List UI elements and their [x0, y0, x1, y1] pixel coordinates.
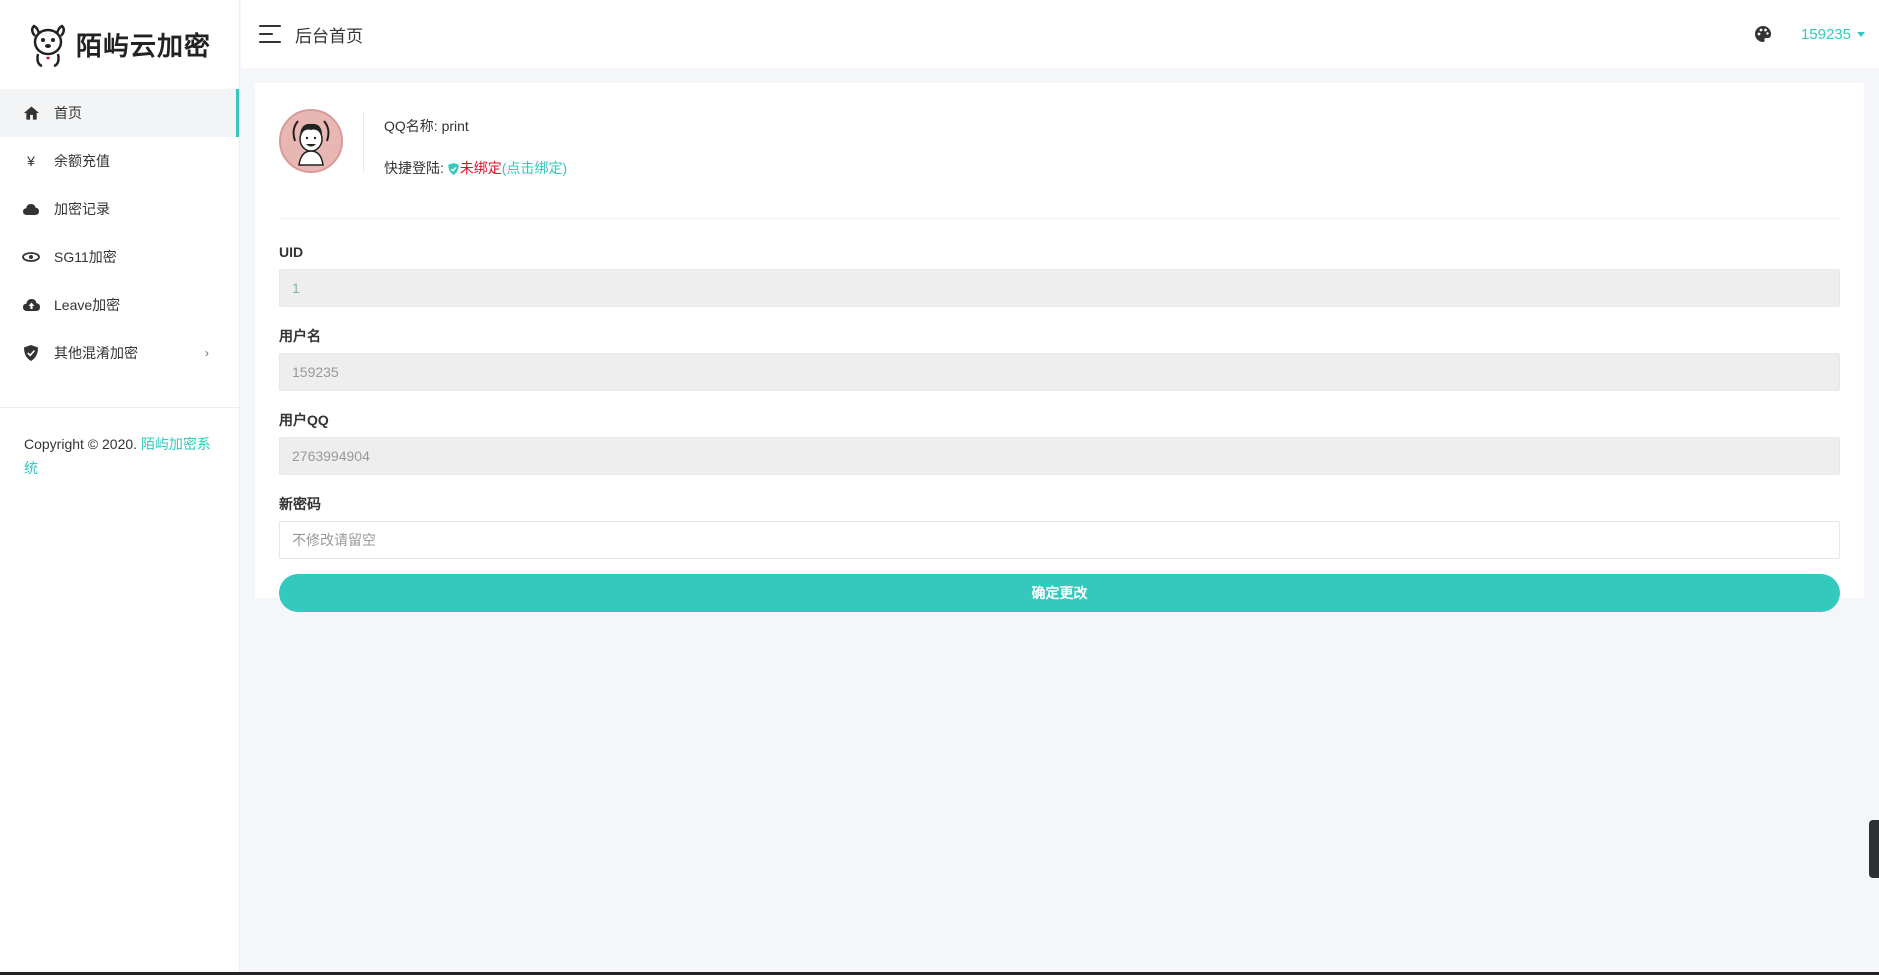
username-field: 159235 [279, 353, 1840, 391]
cloud-icon [22, 200, 40, 218]
profile-summary: QQ名称: print 快捷登陆: 未绑定(点击绑定) [279, 107, 1840, 219]
uid-field: 1 [279, 269, 1840, 307]
quick-login-row: 快捷登陆: 未绑定(点击绑定) [384, 159, 567, 179]
qq-label: 用户QQ [279, 412, 329, 428]
yen-icon: ¥ [27, 153, 35, 169]
user-menu[interactable]: 159235 [1801, 26, 1865, 43]
caret-down-icon [1857, 32, 1865, 38]
new-password-input[interactable] [279, 521, 1840, 559]
page-title: 后台首页 [295, 26, 363, 46]
qq-name-value: print [441, 118, 469, 134]
header-right: 159235 [1754, 0, 1865, 68]
logo[interactable]: 陌屿云加密 [0, 0, 239, 89]
top-header: 后台首页 159235 [241, 0, 1879, 68]
home-icon [22, 104, 40, 122]
sidebar-item-obfuscation[interactable]: 其他混淆加密 › [0, 329, 239, 377]
shield-check-icon [448, 161, 459, 179]
sidebar-item-label: 加密记录 [54, 201, 110, 217]
sidebar-nav: 首页 ¥ 余额充值 加密记录 SG11加密 Leave加密 其他混淆加密 › [0, 89, 239, 377]
sidebar-item-sg11[interactable]: SG11加密 [0, 233, 239, 281]
sidebar-item-recharge[interactable]: ¥ 余额充值 [0, 137, 239, 185]
password-group: 新密码 [279, 495, 1840, 559]
edge-scroll-widget[interactable] [1869, 820, 1879, 878]
palette-icon[interactable] [1754, 26, 1771, 42]
copyright: Copyright © 2020. 陌屿加密系统 [0, 408, 239, 480]
username-group: 用户名 159235 [279, 327, 1840, 391]
dog-logo-icon [31, 23, 65, 67]
sidebar-item-label: 首页 [54, 105, 82, 121]
uid-group: UID 1 [279, 243, 1840, 307]
username-label: 159235 [1800, 25, 1851, 43]
avatar [279, 109, 343, 173]
quick-login-label: 快捷登陆: [384, 160, 444, 176]
brand-name: 陌屿云加密 [76, 32, 212, 62]
sidebar-item-label: 其他混淆加密 [54, 345, 138, 361]
sidebar-item-label: 余额充值 [54, 153, 110, 169]
cloud-upload-icon [22, 296, 40, 314]
qq-name-row: QQ名称: print [384, 117, 567, 135]
copyright-text: Copyright © 2020. [24, 436, 138, 452]
submit-button[interactable]: 确定更改 [279, 574, 1840, 612]
shield-check-icon [22, 344, 40, 362]
uid-label: UID [279, 244, 304, 260]
profile-info: QQ名称: print 快捷登陆: 未绑定(点击绑定) [384, 107, 567, 179]
menu-toggle-icon[interactable] [259, 25, 281, 43]
qq-field: 2763994904 [279, 437, 1840, 475]
username-label: 用户名 [279, 328, 321, 344]
eye-icon [22, 248, 40, 266]
bind-link[interactable]: (点击绑定) [502, 160, 567, 176]
profile-card: QQ名称: print 快捷登陆: 未绑定(点击绑定) UID 1 用户名 15… [255, 83, 1864, 612]
sidebar-item-records[interactable]: 加密记录 [0, 185, 239, 233]
password-label: 新密码 [279, 496, 321, 512]
sidebar: 陌屿云加密 首页 ¥ 余额充值 加密记录 SG11加密 Leave加密 其他混淆… [0, 0, 240, 975]
qq-group: 用户QQ 2763994904 [279, 411, 1840, 475]
sidebar-item-home[interactable]: 首页 [0, 89, 239, 137]
sidebar-item-label: Leave加密 [54, 297, 121, 313]
qq-name-label: QQ名称: [384, 118, 438, 134]
quick-login-status: 未绑定 [459, 160, 502, 176]
profile-divider [363, 113, 364, 173]
chevron-right-icon: › [205, 346, 209, 360]
sidebar-item-label: SG11加密 [54, 249, 117, 265]
sidebar-item-leave[interactable]: Leave加密 [0, 281, 239, 329]
